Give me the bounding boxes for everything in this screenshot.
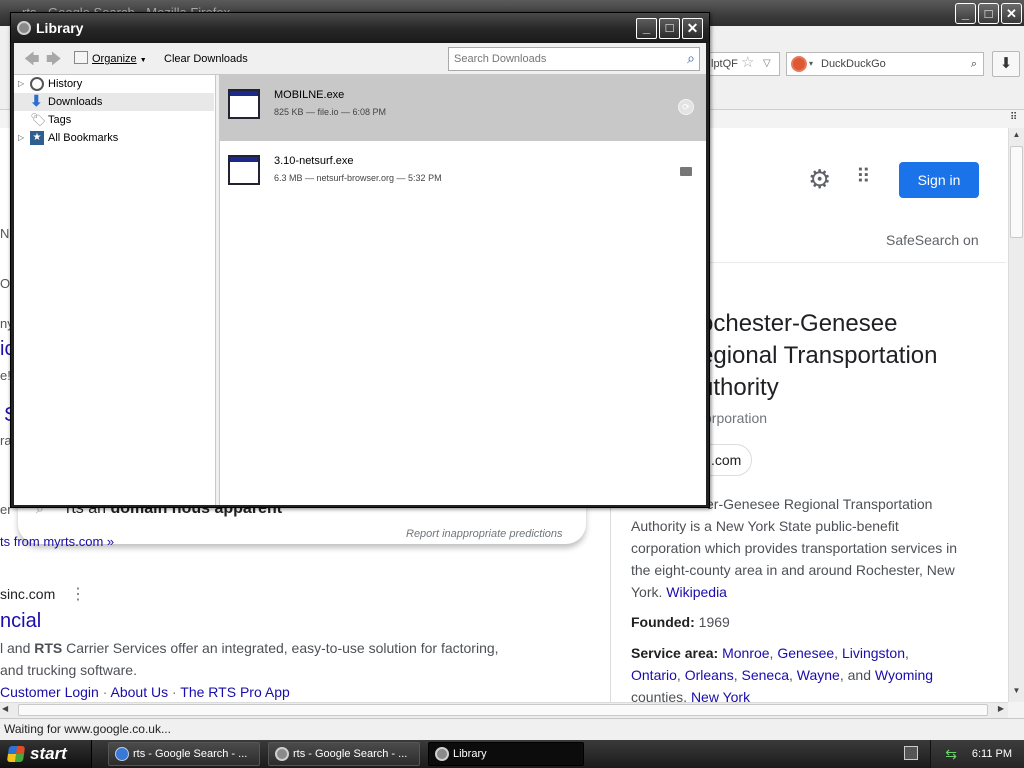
horizontal-scrollbar[interactable]: ◀ ▶: [0, 702, 1008, 718]
exe-file-icon: [228, 155, 260, 185]
expand-twisty-icon[interactable]: ▷: [18, 129, 24, 147]
firefox-icon: [275, 747, 289, 761]
open-folder-icon[interactable]: [680, 167, 692, 176]
taskbar-item-active[interactable]: Library: [428, 742, 584, 766]
windows-logo-icon: [6, 746, 26, 762]
tag-icon: 🏷: [30, 112, 47, 127]
taskbar: start rts - Google Search - ... rts - Go…: [0, 740, 1024, 768]
download-item[interactable]: 3.10-netsurf.exe 6.3 MB — netsurf-browse…: [220, 141, 706, 207]
browser-minimize-button[interactable]: _: [955, 3, 976, 24]
url-dropdown-icon[interactable]: ▽: [763, 53, 771, 75]
sitelink-about-us[interactable]: About Us: [111, 684, 169, 700]
download-arrow-icon: ⬇: [30, 93, 43, 110]
taskbar-item[interactable]: rts - Google Search - ...: [108, 742, 260, 766]
firefox-icon: [435, 747, 449, 761]
result-title[interactable]: ncial: [0, 610, 41, 633]
kp-wikipedia-link[interactable]: Wikipedia: [666, 584, 727, 600]
library-close-button[interactable]: ✕: [682, 18, 703, 39]
system-tray: ⇆ 6:11 PM: [930, 740, 1024, 768]
scroll-right-icon[interactable]: ▶: [998, 704, 1004, 713]
search-icon[interactable]: ⌕: [687, 48, 695, 69]
tree-item-tags[interactable]: 🏷 Tags: [14, 111, 214, 129]
expand-twisty-icon[interactable]: ▷: [18, 75, 24, 93]
sitelink-customer-login[interactable]: Customer Login: [0, 684, 99, 700]
download-item[interactable]: MOBILNE.exe 825 KB — file.io — 6:08 PM ⟳: [220, 75, 706, 141]
apps-grid-icon[interactable]: ⠿: [856, 164, 871, 189]
network-tray-icon[interactable]: ⇆: [941, 746, 957, 762]
clock[interactable]: 6:11 PM: [972, 748, 1012, 760]
search-icon[interactable]: ⌕: [971, 53, 977, 75]
kp-subtitle: orporation: [704, 410, 768, 426]
result-snippet-2: and trucking software.: [0, 662, 137, 678]
search-engine-box[interactable]: ▾ DuckDuckGo ⌕: [786, 52, 984, 76]
keyboard-tray-icon[interactable]: [904, 746, 918, 760]
tree-item-all-bookmarks[interactable]: ▷ ★ All Bookmarks: [14, 129, 214, 147]
search-placeholder: Search Downloads: [454, 53, 547, 65]
download-meta: 6.3 MB — netsurf-browser.org — 5:32 PM: [274, 173, 442, 183]
library-minimize-button[interactable]: _: [636, 18, 657, 39]
sign-in-button[interactable]: Sign in: [899, 162, 979, 198]
library-title: Library: [36, 20, 84, 36]
downloads-arrow-icon[interactable]: ⬇: [992, 51, 1020, 77]
url-bar[interactable]: lptQF ☆ ▽: [706, 52, 780, 76]
download-filename: 3.10-netsurf.exe: [274, 155, 354, 167]
url-text: lptQF: [711, 58, 738, 70]
more-options-icon[interactable]: ⋮: [70, 584, 86, 604]
engine-dropdown-icon[interactable]: ▾: [809, 53, 813, 75]
tree-item-downloads[interactable]: ⬇ Downloads: [14, 93, 214, 111]
dropdown-arrow-icon: ▼: [139, 57, 147, 64]
library-window: Library _ □ ✕ 🡄 🡆 Organize ▼ Clear Downl…: [10, 12, 710, 508]
kp-title: ochester-Genesee egional Transportation …: [700, 310, 938, 401]
vertical-scroll-thumb[interactable]: [1010, 146, 1023, 238]
clock-icon: [30, 77, 44, 91]
exe-file-icon: [228, 89, 260, 119]
kp-founded: Founded: 1969: [631, 614, 730, 630]
safesearch-toggle[interactable]: SafeSearch on: [886, 232, 979, 248]
bookmark-star-icon[interactable]: ☆: [741, 53, 754, 74]
settings-gear-icon[interactable]: ⚙: [808, 164, 831, 195]
bookmarks-star-icon: ★: [30, 131, 44, 145]
result-snippet-1: l and RTS Carrier Services offer an inte…: [0, 640, 499, 656]
retry-icon[interactable]: ⟳: [678, 99, 694, 115]
organize-menu[interactable]: Organize ▼: [74, 49, 147, 69]
duckduckgo-icon: [791, 56, 807, 72]
library-titlebar[interactable]: Library _ □ ✕: [11, 13, 709, 43]
more-results-link[interactable]: ts from myrts.com »: [0, 534, 114, 549]
browser-close-button[interactable]: ✕: [1001, 3, 1022, 24]
browser-maximize-button[interactable]: □: [978, 3, 999, 24]
scroll-down-icon[interactable]: ▼: [1010, 686, 1023, 700]
download-meta: 825 KB — file.io — 6:08 PM: [274, 107, 387, 117]
vertical-scrollbar[interactable]: ▲ ▼: [1008, 128, 1024, 702]
search-engine-name: DuckDuckGo: [821, 58, 886, 70]
tree-item-history[interactable]: ▷ History: [14, 75, 214, 93]
kp-service-area: Service area: Monroe, Genesee, Livingsto…: [631, 645, 934, 702]
downloads-list: MOBILNE.exe 825 KB — file.io — 6:08 PM ⟳…: [220, 75, 706, 505]
scroll-up-icon[interactable]: ▲: [1010, 130, 1023, 144]
forward-arrow-icon[interactable]: 🡆: [46, 49, 62, 74]
library-app-icon: [17, 21, 31, 35]
report-predictions-link[interactable]: Report inappropriate predictions: [406, 528, 563, 540]
scroll-left-icon[interactable]: ◀: [2, 704, 8, 713]
clear-downloads-button[interactable]: Clear Downloads: [164, 49, 248, 69]
library-maximize-button[interactable]: □: [659, 18, 680, 39]
organize-icon: [74, 51, 88, 64]
divider: [706, 262, 1006, 263]
taskbar-item[interactable]: rts - Google Search - ...: [268, 742, 420, 766]
desktop: rts - Google Search - Mozilla Firefox _ …: [0, 0, 1024, 768]
library-toolbar: 🡄 🡆 Organize ▼ Clear Downloads Search Do…: [14, 43, 706, 75]
kp-description: er-Genesee Regional Transportation Autho…: [631, 496, 958, 600]
start-button[interactable]: start: [0, 740, 92, 768]
overflow-icon[interactable]: ⠿: [1010, 112, 1017, 123]
back-arrow-icon[interactable]: 🡄: [24, 49, 40, 74]
download-filename: MOBILNE.exe: [274, 89, 345, 101]
library-sidebar: ▷ History ⬇ Downloads 🏷 Tags ▷ ★ All Boo…: [14, 75, 216, 505]
sitelink-rts-pro-app[interactable]: The RTS Pro App: [180, 684, 289, 700]
status-bar: Waiting for www.google.co.uk...: [0, 718, 1024, 740]
result-domain: sinc.com: [0, 586, 56, 602]
result-sitelinks: Customer Login · About Us · The RTS Pro …: [0, 684, 290, 700]
horizontal-scroll-thumb[interactable]: [18, 704, 988, 716]
browser-globe-icon: [115, 747, 129, 761]
search-downloads-input[interactable]: Search Downloads ⌕: [448, 47, 700, 71]
